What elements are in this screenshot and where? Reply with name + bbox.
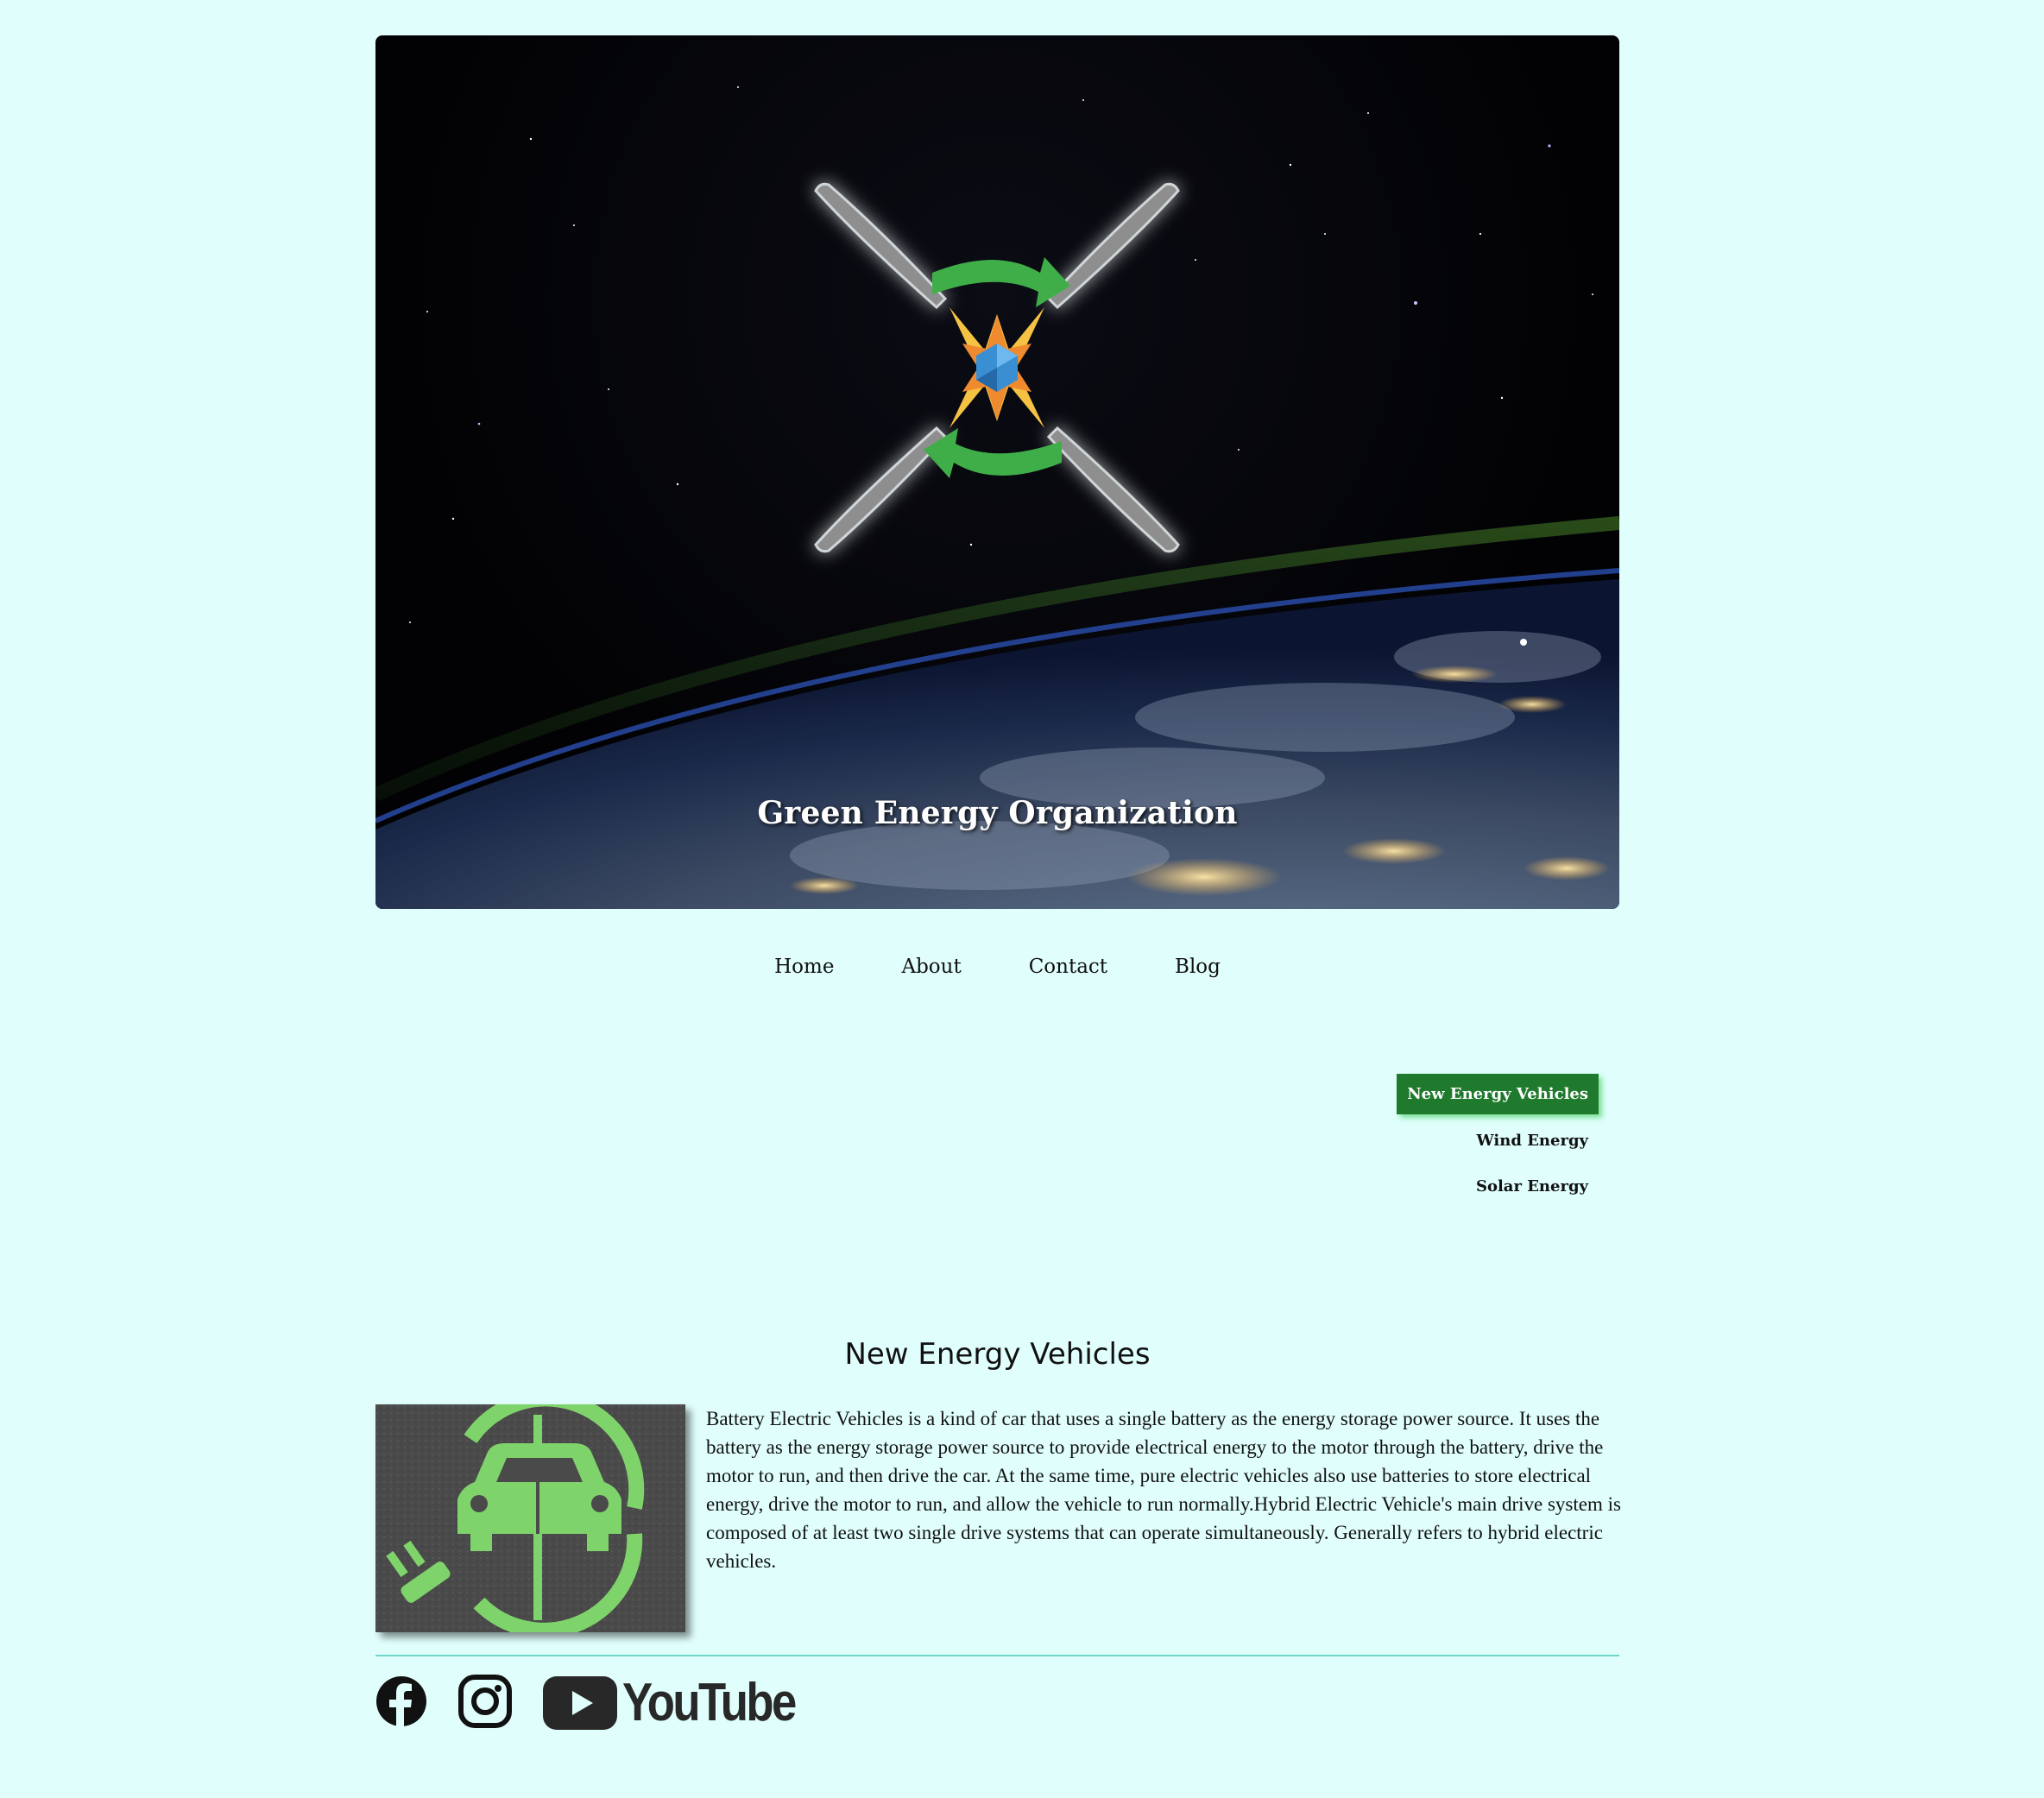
nav-about[interactable]: About [867,942,994,992]
ev-charging-image [375,1404,685,1632]
turbine-logo [814,182,1180,553]
article-body: Battery Electric Vehicles is a kind of c… [706,1408,1621,1572]
nav-contact[interactable]: Contact [995,942,1141,992]
topic-menu: New Energy Vehicles Wind Energy Solar En… [1391,1074,1599,1218]
site-title: Green Energy Organization [757,795,1238,831]
space-earth-background [375,86,1619,909]
nav-home[interactable]: Home [741,942,867,992]
page-wrapper: Green Energy Organization Home About Con… [375,35,1621,1732]
section-heading: New Energy Vehicles [844,1337,1151,1372]
hero-banner: Green Energy Organization [375,35,1619,909]
footer-divider [375,1655,1619,1656]
social-links: YouTube [375,1672,856,1733]
youtube-wordmark: YouTube [622,1673,797,1732]
nav-blog[interactable]: Blog [1141,942,1254,992]
youtube-icon[interactable]: YouTube [543,1672,825,1733]
facebook-icon[interactable] [375,1675,427,1731]
instagram-icon[interactable] [458,1674,512,1732]
menu-item-wind-energy[interactable]: Wind Energy [1467,1126,1599,1155]
menu-item-new-energy-vehicles[interactable]: New Energy Vehicles [1397,1074,1599,1114]
main-nav: Home About Contact Blog [375,942,1619,992]
menu-item-solar-energy[interactable]: Solar Energy [1466,1172,1599,1201]
